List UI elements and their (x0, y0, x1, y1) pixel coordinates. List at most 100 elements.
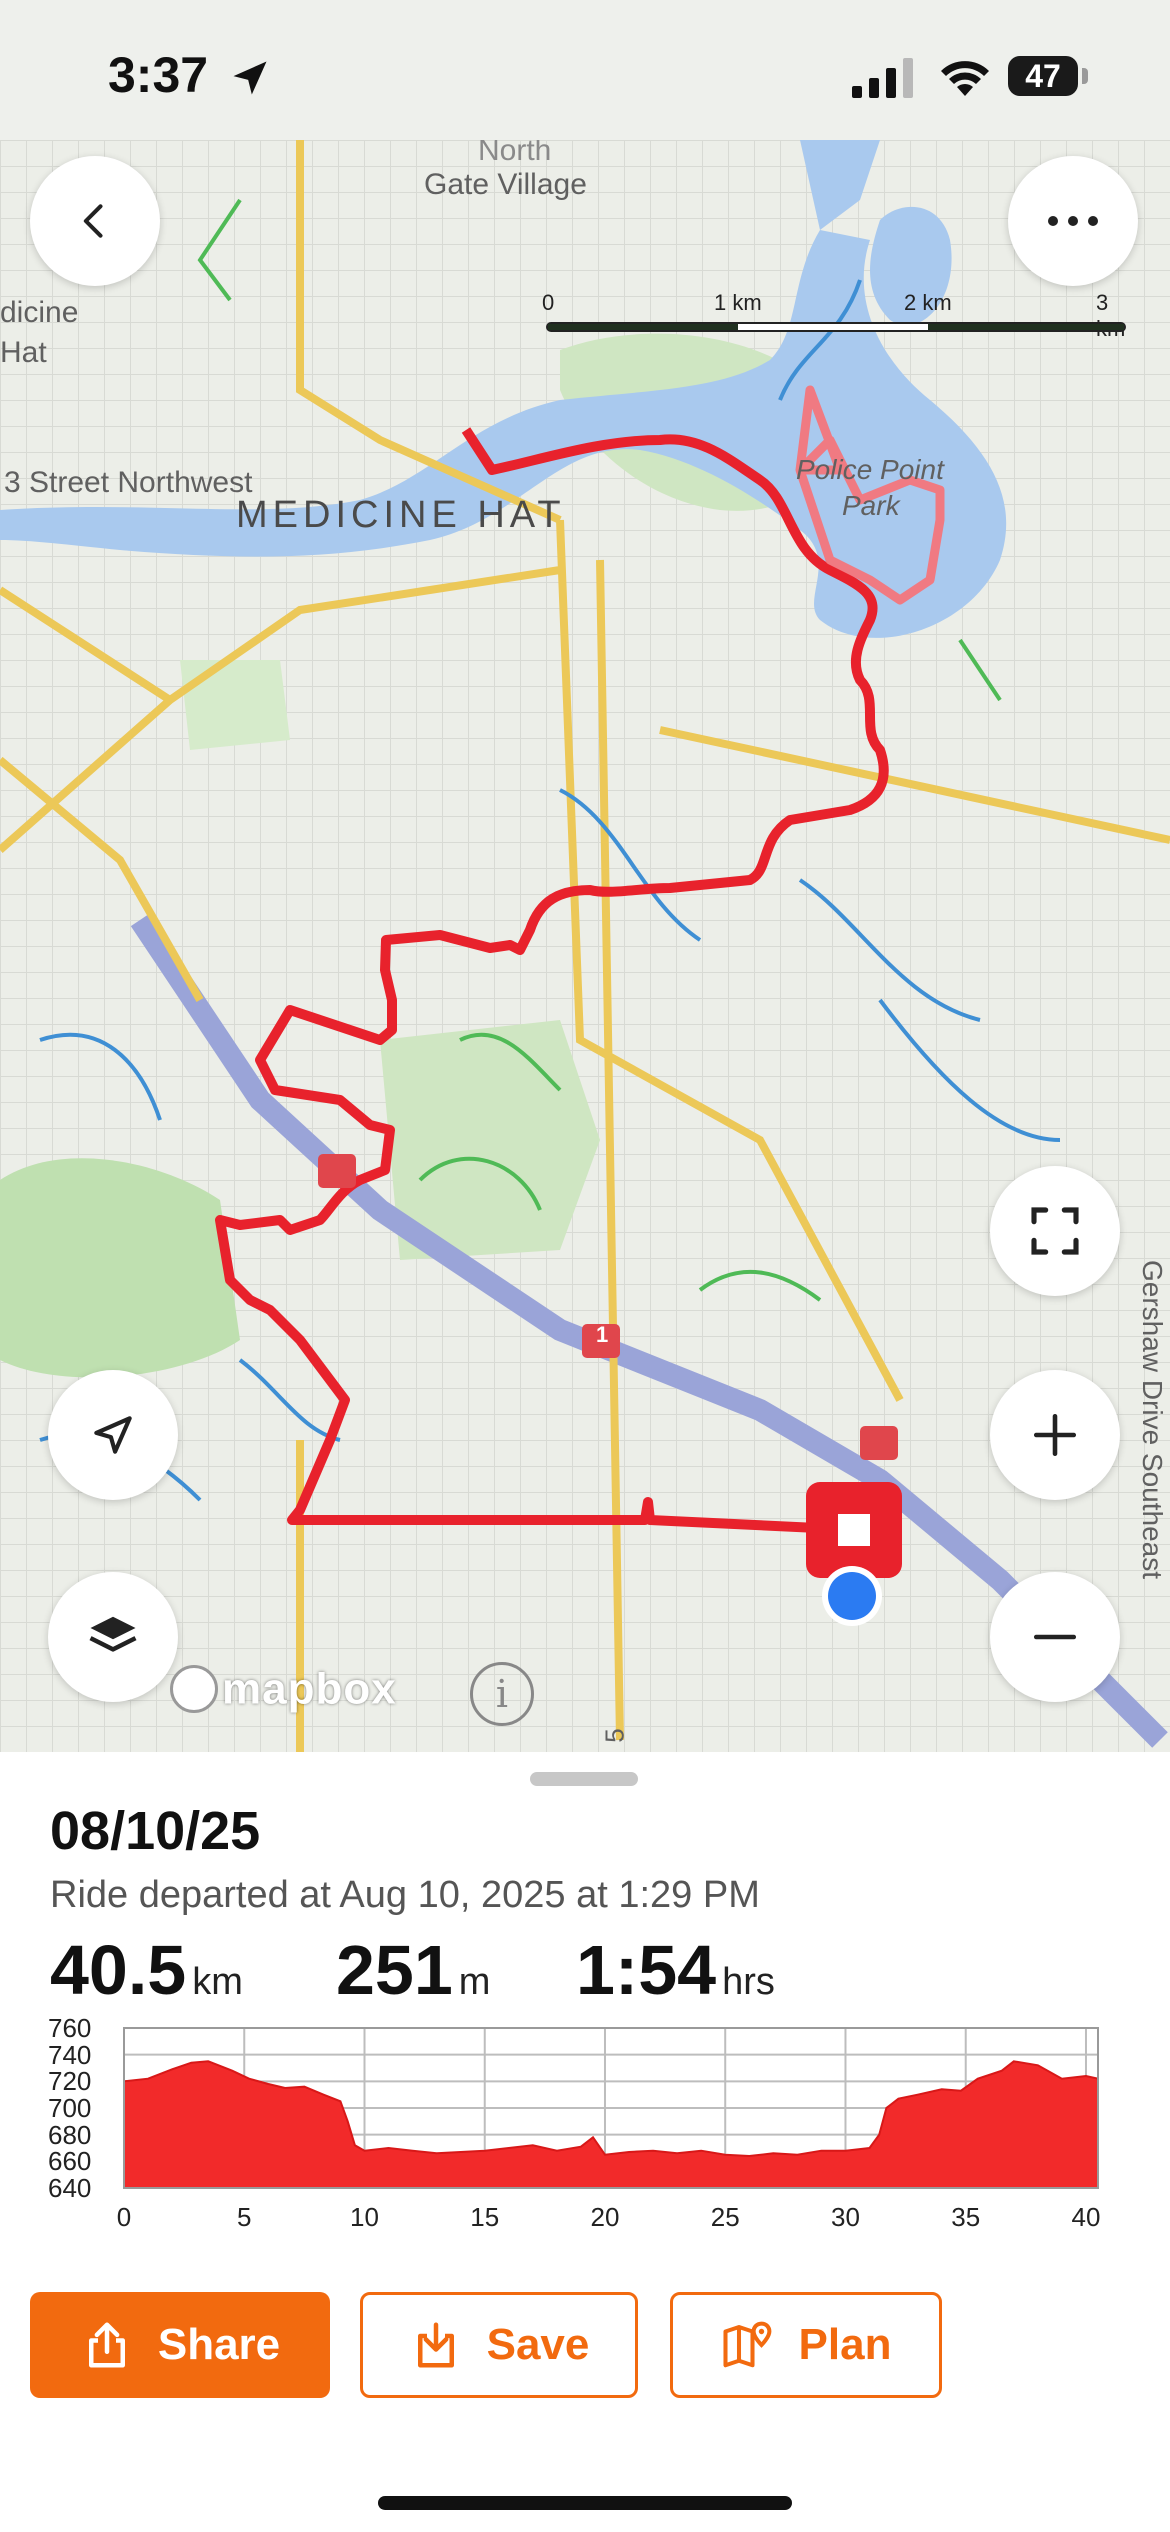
status-bar: 3:37 47 (0, 0, 1170, 140)
back-button[interactable] (30, 156, 160, 286)
layers-icon (89, 1616, 137, 1652)
save-button[interactable]: Save (360, 2292, 638, 2398)
share-button[interactable]: Share (30, 2292, 330, 2398)
download-icon (417, 2322, 454, 2368)
elevation-point (508, 2147, 510, 2149)
elevation-point (303, 2086, 305, 2088)
map-label-park-2: Park (842, 490, 900, 521)
elevation-point (436, 2152, 438, 2154)
x-tick-label: 35 (951, 2202, 981, 2232)
elevation-point (207, 2060, 209, 2062)
share-icon (88, 2322, 125, 2368)
recenter-location-button[interactable] (48, 1370, 178, 1500)
fullscreen-button[interactable] (990, 1166, 1120, 1296)
elevation-point (147, 2078, 149, 2080)
elevation-point (388, 2147, 390, 2149)
elevation-unit: m (458, 1961, 491, 2003)
map-label-street: 3 Street Northwest (4, 466, 253, 499)
elevation-point (363, 2150, 365, 2152)
elevation-point (917, 2094, 919, 2096)
scale-bar (546, 322, 1126, 332)
zoom-out-button[interactable] (990, 1572, 1120, 1702)
elevation-point (1013, 2060, 1015, 2062)
elevation-point (354, 2144, 356, 2146)
status-time: 3:37 (108, 47, 209, 103)
elevation-point (885, 2107, 887, 2109)
cellular-signal-icon (852, 58, 913, 98)
elevation-chart (28, 2020, 1128, 2210)
elevation-point (171, 2068, 173, 2070)
map-pin-icon (723, 2321, 771, 2368)
x-tick-label: 5 (237, 2202, 252, 2232)
x-tick-label: 0 (116, 2202, 132, 2232)
elevation-chart-svg (123, 2027, 1099, 2189)
map-label-park-1: Police Point (796, 454, 944, 485)
elevation-point (592, 2136, 594, 2138)
elevation-point (460, 2151, 462, 2153)
x-tick-label: 20 (590, 2202, 620, 2232)
elevation-point (347, 2120, 349, 2122)
chevron-left-icon (83, 204, 103, 238)
elevation-point (700, 2150, 702, 2152)
x-tick-label: 25 (710, 2202, 740, 2232)
elevation-point (1061, 2078, 1063, 2080)
mapbox-logo[interactable]: mapbox (170, 1662, 397, 1714)
elevation-point (941, 2088, 943, 2090)
map-label-gate-village: Gate Village (424, 168, 587, 201)
fullscreen-icon (1031, 1207, 1079, 1255)
navigation-arrow-icon (94, 1416, 132, 1454)
x-tick-label: 30 (831, 2202, 860, 2232)
map-label-gershaw-drive: Gershaw Drive Southeast (1137, 1260, 1168, 1580)
map-view[interactable]: North Gate Village dicine Hat 3 Street N… (0, 140, 1170, 1752)
elevation-point (724, 2154, 726, 2156)
x-tick-label: 40 (1071, 2202, 1101, 2232)
x-tick-label: 10 (350, 2202, 379, 2232)
map-label-north: North (478, 140, 552, 167)
elevation-point (960, 2090, 962, 2092)
scale-label-0: 0 (542, 290, 555, 315)
ride-summary-sheet: 08/10/25 Ride departed at Aug 10, 2025 a… (0, 1752, 1170, 2532)
elevation-point (248, 2078, 250, 2080)
elevation-point (267, 2083, 269, 2085)
map-scale: 0 1 km 2 km 3 km (542, 290, 1126, 341)
plan-label: Plan (798, 2320, 892, 2369)
elevation-point (878, 2134, 880, 2136)
scale-label-2: 2 km (904, 290, 952, 315)
elevation-point (532, 2144, 534, 2146)
elevation-point (323, 2094, 325, 2096)
duration-unit: hrs (722, 1961, 775, 2003)
elevation-point (772, 2152, 774, 2154)
elevation-point (556, 2150, 558, 2152)
elevation-point (897, 2098, 899, 2100)
duration-value: 1:54 (576, 1931, 717, 2009)
minus-icon (1033, 1634, 1077, 1640)
elevation-point (844, 2150, 846, 2152)
map-canvas[interactable] (0, 140, 1170, 1752)
more-options-button[interactable] (1008, 156, 1138, 286)
info-icon[interactable]: i (470, 1662, 534, 1726)
elevation-point (748, 2155, 750, 2157)
elevation-point (1001, 2070, 1003, 2072)
elevation-point (1037, 2064, 1039, 2066)
distance-value: 40.5 (50, 1931, 187, 2009)
home-indicator[interactable] (378, 2496, 792, 2510)
elevation-point (820, 2150, 822, 2152)
action-buttons: Share Save Plan (30, 2292, 1140, 2402)
elevation-point (628, 2151, 630, 2153)
elevation-point (339, 2100, 341, 2102)
map-layers-button[interactable] (48, 1572, 178, 1702)
map-label-city: MEDICINE HAT (236, 494, 566, 536)
scale-label-3: 3 km (1096, 290, 1125, 341)
mapbox-attribution: mapbox (222, 1664, 397, 1714)
sheet-grabber[interactable] (530, 1772, 638, 1786)
battery-cap (1082, 68, 1088, 84)
elevation-point (580, 2146, 582, 2148)
x-tick-label: 15 (470, 2202, 500, 2232)
zoom-in-button[interactable] (990, 1370, 1120, 1500)
stat-distance: 40.5 km (50, 1930, 243, 2010)
ride-stats: 40.5 km 251 m 1:54 hrs (50, 1930, 1130, 2020)
elevation-point (977, 2078, 979, 2080)
plan-button[interactable]: Plan (670, 2292, 942, 2398)
elevation-point (1085, 2075, 1087, 2077)
more-dots-icon (1048, 216, 1098, 226)
